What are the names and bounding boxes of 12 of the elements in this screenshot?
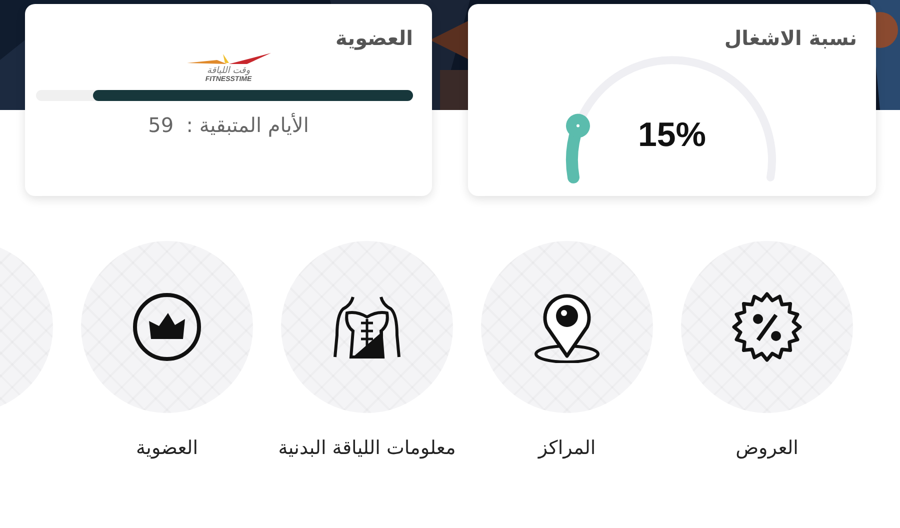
logo-icon bbox=[186, 52, 270, 66]
card-title: العضوية bbox=[335, 26, 413, 50]
service-label[interactable]: المراكز bbox=[538, 437, 596, 459]
logo-text: وقت اللياقة bbox=[206, 66, 250, 76]
service-label[interactable]: معلومات اللياقة البدنية bbox=[278, 437, 456, 459]
service-label[interactable]: العروض bbox=[736, 437, 798, 459]
badge-percent-icon bbox=[731, 291, 803, 363]
occupancy-value: 15% bbox=[636, 116, 708, 155]
service-label[interactable]: العضوية bbox=[136, 437, 198, 459]
card-title: نسبة الاشغال bbox=[724, 26, 857, 50]
remaining-days: الأيام المتبقية : 59 bbox=[44, 113, 413, 137]
crown-icon bbox=[131, 291, 203, 363]
